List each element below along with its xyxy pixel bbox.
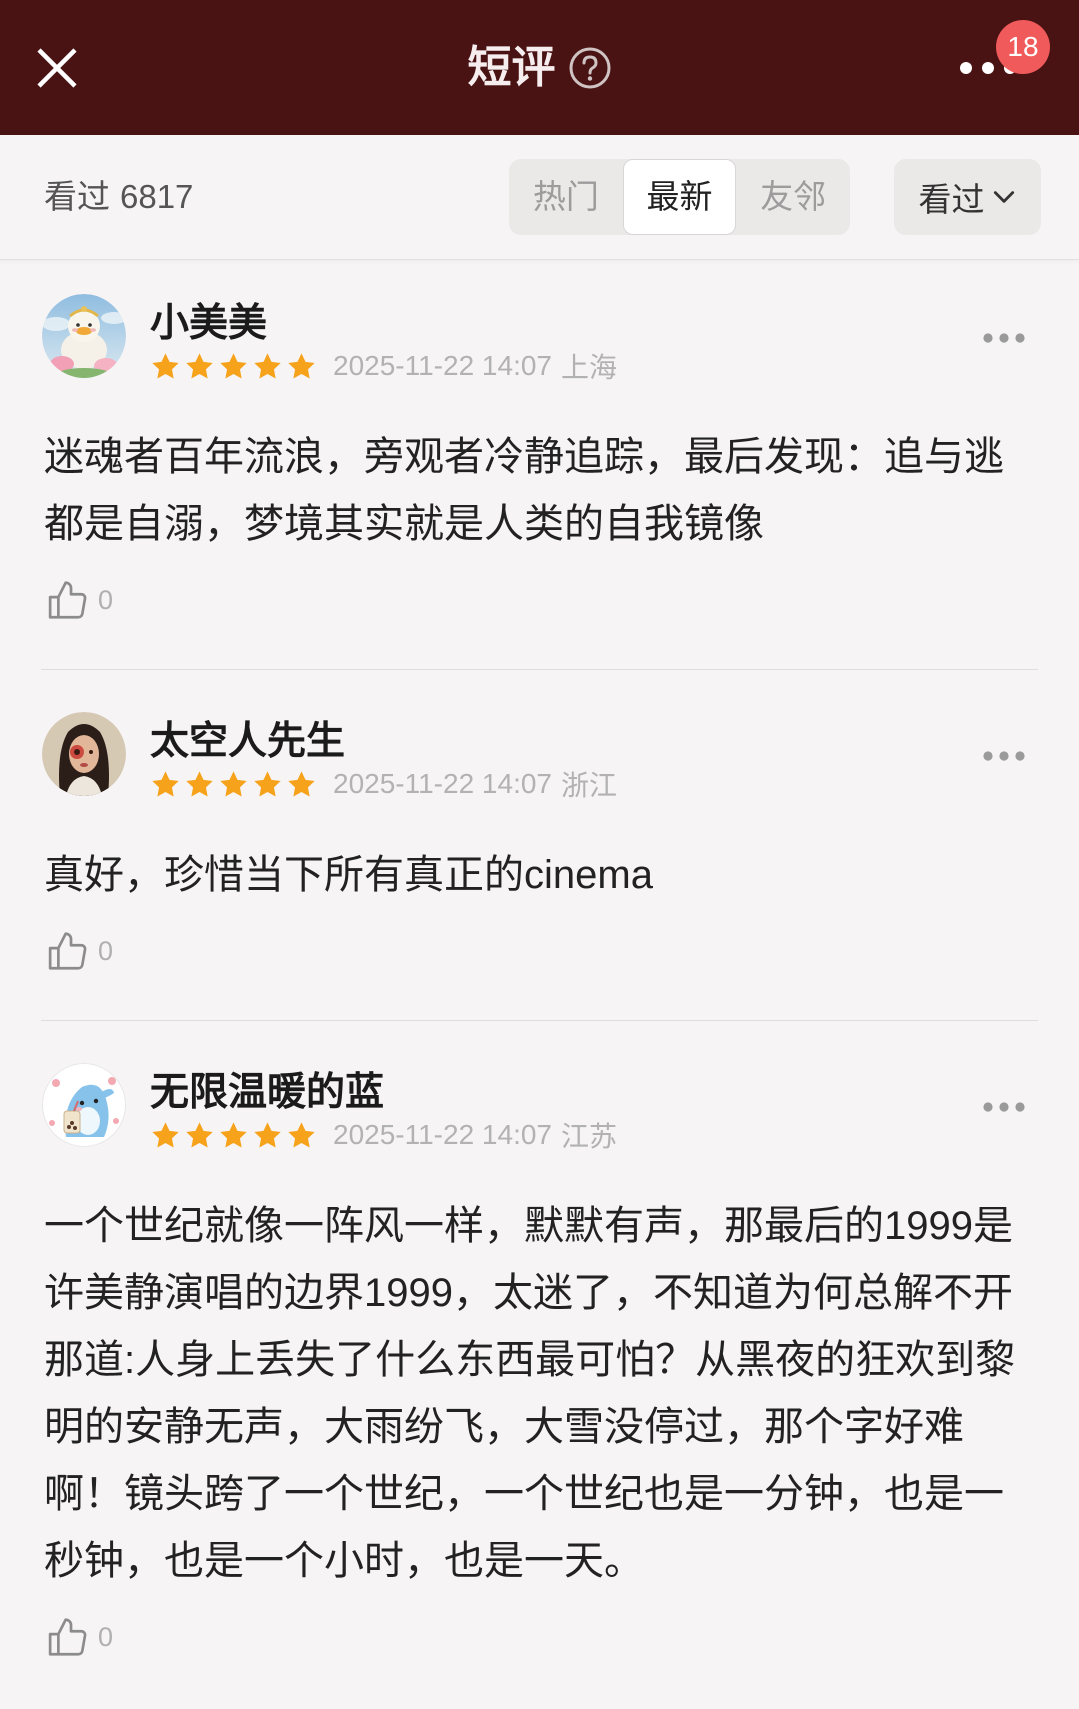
like-count: 0 bbox=[98, 935, 114, 966]
user-name[interactable]: 无限温暖的蓝 bbox=[150, 1071, 384, 1115]
watched-count: 6817 bbox=[120, 178, 194, 215]
review-item: 无限温暖的蓝 2025-11-22 14:07 江苏 一个世纪就像一阵风一样，默… bbox=[0, 1021, 1079, 1706]
star-icon bbox=[254, 352, 281, 379]
review-more-button[interactable] bbox=[982, 1100, 1026, 1114]
star-icon bbox=[288, 352, 315, 379]
review-text: 真好，珍惜当下所有真正的cinema bbox=[44, 853, 653, 897]
review-meta: 2025-11-22 14:07 江苏 bbox=[150, 1117, 617, 1153]
watched-count-label: 看过 6817 bbox=[44, 135, 193, 259]
review-text: 一个世纪就像一阵风一样，默默有声，那最后的1999是许美静演唱的边界1999，太… bbox=[44, 1204, 1016, 1583]
review-more-button[interactable] bbox=[982, 749, 1026, 763]
review-location: 浙江 bbox=[561, 770, 618, 801]
review-text: 迷魂者百年流浪，旁观者冷静追踪，最后发现：追与逃都是自溺，梦境其实就是人类的自我… bbox=[44, 435, 1004, 546]
review-meta: 2025-11-22 14:07 浙江 bbox=[150, 766, 617, 802]
star-icon bbox=[186, 1121, 213, 1148]
review-item: 太空人先生 2025-11-22 14:07 浙江 真好，珍惜当下所有真正的ci… bbox=[0, 670, 1079, 1020]
review-list: 小美美 2025-11-22 14:07 上海 迷魂者百年流浪，旁观者冷静追踪，… bbox=[0, 260, 1079, 1706]
star-icon bbox=[152, 1121, 179, 1148]
more-dots-icon bbox=[982, 749, 1026, 763]
like-button[interactable]: 0 bbox=[44, 1613, 164, 1661]
like-button[interactable]: 0 bbox=[44, 927, 164, 975]
star-icon bbox=[220, 1121, 247, 1148]
review-location: 江苏 bbox=[561, 1121, 618, 1152]
tab-friends[interactable]: 友邻 bbox=[736, 159, 850, 235]
star-icon bbox=[186, 770, 213, 797]
like-count: 0 bbox=[98, 1621, 114, 1652]
review-header: 太空人先生 2025-11-22 14:07 浙江 bbox=[0, 712, 1079, 801]
like-button[interactable]: 0 bbox=[44, 576, 164, 624]
review-header: 小美美 2025-11-22 14:07 上海 bbox=[0, 294, 1079, 383]
review-meta: 2025-11-22 14:07 上海 bbox=[150, 348, 617, 384]
like-count: 0 bbox=[98, 584, 114, 615]
user-avatar[interactable] bbox=[42, 294, 126, 378]
review-location: 上海 bbox=[561, 352, 618, 383]
star-icon bbox=[152, 770, 179, 797]
star-icon bbox=[220, 770, 247, 797]
star-icon bbox=[254, 770, 281, 797]
thumbs-up-icon bbox=[44, 928, 90, 974]
watch-status-dropdown[interactable]: 看过 bbox=[894, 159, 1041, 235]
star-icon bbox=[254, 1121, 281, 1148]
thumbs-up-icon bbox=[44, 1614, 90, 1660]
close-button[interactable] bbox=[36, 47, 78, 89]
rating-stars bbox=[150, 1120, 320, 1151]
user-name[interactable]: 太空人先生 bbox=[150, 720, 345, 764]
page-title: 短评 bbox=[467, 42, 556, 93]
watch-status-dropdown-label: 看过 bbox=[918, 181, 985, 218]
review-date: 2025-11-22 14:07 bbox=[333, 1119, 552, 1150]
close-icon bbox=[36, 47, 78, 89]
rating-stars bbox=[150, 769, 320, 800]
user-avatar[interactable] bbox=[42, 1063, 126, 1147]
chevron-down-icon bbox=[991, 184, 1017, 210]
user-avatar[interactable] bbox=[42, 712, 126, 796]
star-icon bbox=[288, 1121, 315, 1148]
star-icon bbox=[288, 770, 315, 797]
help-button[interactable] bbox=[568, 46, 612, 90]
filter-bar: 看过 6817 热门 最新 友邻 看过 bbox=[0, 135, 1079, 260]
star-icon bbox=[152, 352, 179, 379]
user-name[interactable]: 小美美 bbox=[150, 302, 267, 346]
review-more-button[interactable] bbox=[982, 331, 1026, 345]
sort-segmented-control: 热门 最新 友邻 bbox=[509, 159, 850, 235]
notification-badge: 18 bbox=[996, 20, 1050, 74]
tab-hot[interactable]: 热门 bbox=[509, 159, 623, 235]
star-icon bbox=[220, 352, 247, 379]
tab-latest[interactable]: 最新 bbox=[622, 159, 737, 235]
app-header: 短评 18 bbox=[0, 0, 1079, 135]
thumbs-up-icon bbox=[44, 577, 90, 623]
question-circle-icon bbox=[568, 46, 612, 90]
review-header: 无限温暖的蓝 2025-11-22 14:07 江苏 bbox=[0, 1063, 1079, 1152]
review-date: 2025-11-22 14:07 bbox=[333, 350, 552, 381]
watched-label: 看过 bbox=[44, 178, 110, 215]
more-dots-icon bbox=[982, 1100, 1026, 1114]
title-group: 短评 bbox=[0, 0, 1079, 135]
rating-stars bbox=[150, 351, 320, 382]
more-dots-icon bbox=[982, 331, 1026, 345]
star-icon bbox=[186, 352, 213, 379]
review-item: 小美美 2025-11-22 14:07 上海 迷魂者百年流浪，旁观者冷静追踪，… bbox=[0, 260, 1079, 669]
review-date: 2025-11-22 14:07 bbox=[333, 768, 552, 799]
